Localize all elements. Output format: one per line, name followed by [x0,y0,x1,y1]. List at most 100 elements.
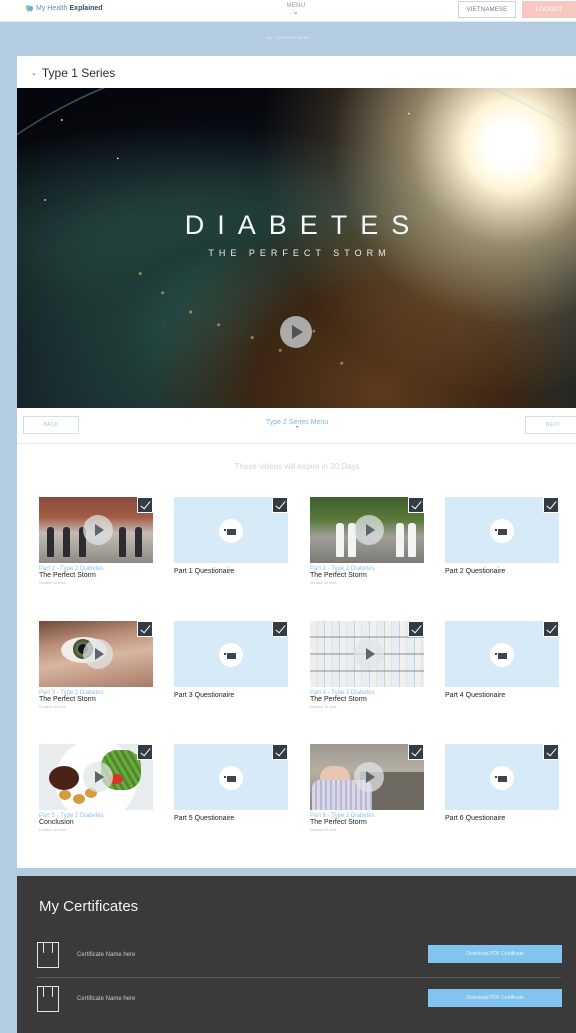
series-title-text: Type 1 Series [41,66,116,80]
courses-bar: MY COURSES HERE [0,22,576,55]
video-thumbnail[interactable] [310,744,424,810]
video-thumbnail[interactable] [39,744,153,810]
logout-button[interactable]: LOGOUT [522,1,576,18]
video-thumbnail[interactable] [39,497,153,563]
courses-label[interactable]: MY COURSES HERE [0,35,576,40]
menu-toggle[interactable]: MENU ⌄ [276,3,316,16]
video-name: The Perfect Storm [310,696,367,703]
questionnaire-thumbnail[interactable] [174,744,288,810]
questionnaire-icon [219,766,243,790]
questionnaire-icon [219,643,243,667]
questionnaire-card[interactable]: Part 5 Questionaire [174,744,288,822]
logo-prefix: My Health [36,4,68,12]
questionnaire-card[interactable]: Part 6 Questionaire [445,744,559,822]
hero-title: DIABETES [184,210,423,240]
video-name: Conclusion [39,819,74,826]
questionnaire-thumbnail[interactable] [174,497,288,563]
video-duration: Duration 30 mins [310,581,337,585]
series-nav: BACK Type 2 Series Menu ⌃ NEXT [17,408,576,444]
video-card[interactable]: Part 6 - Type 2 Diabetes The Perfect Sto… [310,744,424,832]
language-button[interactable]: VIETNAMESE [458,1,516,18]
questionnaire-card[interactable]: Part 1 Questionaire [174,497,288,575]
top-bar: My Health Explained MENU ⌄ VIETNAMESE LOG… [0,0,576,22]
play-icon[interactable] [354,639,384,669]
questionnaire-card[interactable]: Part 3 Questionaire [174,621,288,699]
questionnaire-name[interactable]: Part 6 Questionaire [445,815,559,822]
check-icon [272,497,288,513]
chevron-up-icon: ⌃ [294,426,300,433]
questionnaire-name[interactable]: Part 5 Questionaire [174,815,288,822]
video-duration: Duration 30 mins [39,828,66,832]
questionnaire-card[interactable]: Part 2 Questionaire [445,497,559,575]
check-icon [272,744,288,760]
chevron-down-icon: ⌄ [292,9,300,16]
series-panel: ⌄ Type 1 Series DIABETES THE PERFECT STOR… [17,56,576,868]
questionnaire-name[interactable]: Part 4 Questionaire [445,692,559,699]
play-icon[interactable] [354,515,384,545]
questionnaire-thumbnail[interactable] [445,621,559,687]
logo-icon [26,4,34,12]
check-icon [408,497,424,513]
hero-video[interactable]: DIABETES THE PERFECT STORM [17,88,576,408]
bookmark-icon [37,986,59,1012]
download-certificate-button[interactable]: Download PDF Certificate [428,945,562,963]
video-duration: Duration 30 mins [39,705,66,709]
logo-bold: Explained [69,4,103,12]
check-icon [408,621,424,637]
video-card[interactable]: Part 4 - Type 2 Diabetes The Perfect Sto… [310,621,424,709]
series-menu-toggle[interactable]: Type 2 Series Menu ⌃ [247,419,347,433]
video-card[interactable]: Part 5 - Type 2 Diabetes Conclusion Dura… [39,744,153,832]
questionnaire-thumbnail[interactable] [174,621,288,687]
questionnaire-name[interactable]: Part 2 Questionaire [445,568,559,575]
video-card[interactable]: Part 1 - Type 2 Diabetes The Perfect Sto… [39,497,153,585]
series-title[interactable]: ⌄ Type 1 Series [31,66,115,80]
certificate-row: Certificate Name here Download PDF Certi… [37,942,562,982]
questionnaire-icon [490,766,514,790]
video-duration: Duration 30 mins [39,581,66,585]
divider [37,977,561,978]
video-thumbnail[interactable] [39,621,153,687]
video-card[interactable]: Part 3 - Type 2 Diabetes The Perfect Sto… [39,621,153,709]
site-logo[interactable]: My Health Explained [26,4,103,12]
check-icon [137,497,153,513]
questionnaire-thumbnail[interactable] [445,497,559,563]
hero-subtitle: THE PERFECT STORM [208,248,391,258]
video-name: The Perfect Storm [310,819,367,826]
play-icon[interactable] [280,316,312,348]
play-icon[interactable] [83,515,113,545]
video-name: The Perfect Storm [39,696,96,703]
video-card[interactable]: Part 2 - Type 2 Diabetes The Perfect Sto… [310,497,424,585]
questionnaire-name[interactable]: Part 1 Questionaire [174,568,288,575]
video-thumbnail[interactable] [310,621,424,687]
back-button[interactable]: BACK [23,416,79,434]
questionnaire-icon [490,643,514,667]
bookmark-icon [37,942,59,968]
questionnaire-card[interactable]: Part 4 Questionaire [445,621,559,699]
check-icon [137,744,153,760]
play-icon[interactable] [83,639,113,669]
certificate-row: Certificate Name here Download PDF Certi… [37,986,562,1026]
certificates-section: My Certificates Certificate Name here Do… [17,876,576,1033]
video-name: The Perfect Storm [39,572,96,579]
chevron-down-icon: ⌄ [31,70,37,77]
check-icon [543,621,559,637]
questionnaire-thumbnail[interactable] [445,744,559,810]
certificates-title: My Certificates [39,898,139,915]
certificate-name: Certificate Name here [77,996,136,1002]
next-button[interactable]: NEXT [525,416,576,434]
play-icon[interactable] [83,762,113,792]
play-icon[interactable] [354,762,384,792]
check-icon [272,621,288,637]
questionnaire-icon [219,519,243,543]
video-name: The Perfect Storm [310,572,367,579]
questionnaire-icon [490,519,514,543]
video-duration: Duration 30 mins [310,705,337,709]
video-thumbnail[interactable] [310,497,424,563]
download-certificate-button[interactable]: Download PDF Certificate [428,989,562,1007]
series-menu-label: Type 2 Series Menu [265,419,329,426]
check-icon [408,744,424,760]
certificate-name: Certificate Name here [77,952,136,958]
questionnaire-name[interactable]: Part 3 Questionaire [174,692,288,699]
check-icon [137,621,153,637]
video-duration: Duration 30 mins [310,828,337,832]
